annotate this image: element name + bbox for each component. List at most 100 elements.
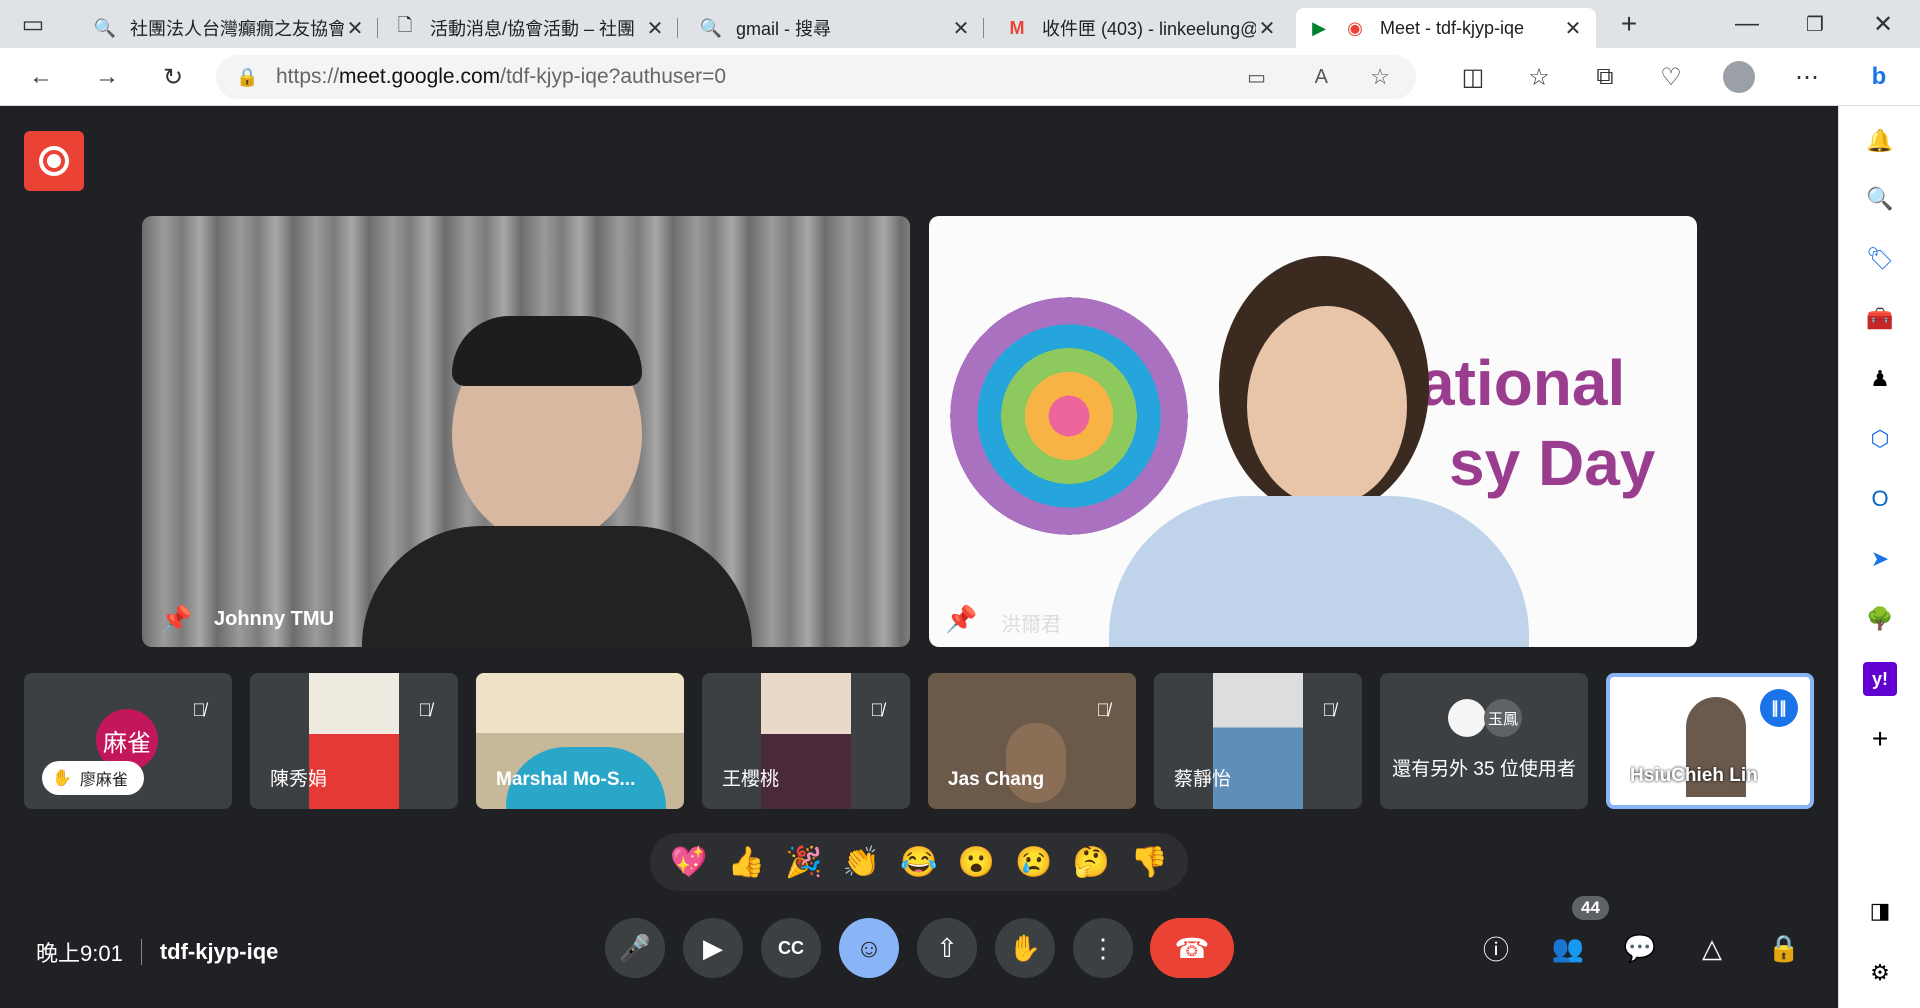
present-icon: ⇧ [936,932,958,963]
camera-icon[interactable]: ▭ [1247,65,1266,90]
search-icon[interactable]: 🔍 [1863,182,1897,216]
end-call-button[interactable]: ☎ [1150,918,1234,978]
favorites-icon[interactable]: ☆ [1520,58,1558,96]
raised-hand-icon: ✋ [52,770,72,787]
notification-bell-icon[interactable]: 🔔 [1863,124,1897,158]
office-icon[interactable]: ⬡ [1863,422,1897,456]
meet-area: 📌 Johnny TMU ational sy Day 📌 洪爾君 麻雀 🎙̸ … [0,106,1838,1008]
collections-icon[interactable]: ⧉ [1586,58,1624,96]
reaction-party[interactable]: 🎉 [785,845,822,880]
more-menu-icon[interactable]: ⋯ [1788,58,1826,96]
main-video-tile-2[interactable]: ational sy Day 📌 洪爾君 [929,216,1697,647]
favorite-star-icon[interactable]: ☆ [1370,64,1390,90]
mic-off-icon: 🎙̸ [418,699,432,720]
participant-name: Johnny TMU [214,608,334,630]
tab-actions-icon[interactable]: ▭ [14,5,52,43]
reaction-sad[interactable]: 😢 [1015,845,1052,880]
participant-shirt [1109,496,1529,647]
calligraphy-background [476,673,684,733]
emoji-icon: ☺ [855,932,883,963]
recording-indicator[interactable] [24,131,84,191]
profile-avatar[interactable] [1720,58,1758,96]
more-options-button[interactable]: ⋮ [1073,918,1133,978]
pin-icon[interactable]: 📌 [160,604,192,635]
meeting-details-button[interactable]: ⓘ [1474,926,1518,970]
main-video-tile-1[interactable]: 📌 Johnny TMU [142,216,910,647]
sidebar-toggle-icon[interactable]: ◨ [1863,894,1897,928]
record-icon [39,146,69,176]
tab-1[interactable]: 🔍 社團法人台灣癲癇之友協會 ✕ [82,8,378,48]
settings-gear-icon[interactable]: ⚙ [1863,956,1897,990]
bing-icon[interactable]: b [1860,58,1898,96]
microphone-icon: 🎤 [618,932,652,963]
reactions-button[interactable]: ☺ [839,918,899,978]
reaction-thinking[interactable]: 🤔 [1073,845,1110,880]
toolbox-icon[interactable]: 🧰 [1863,302,1897,336]
tab-5-active[interactable]: ▶ ◉ Meet - tdf-kjyp-iqe ✕ [1296,8,1596,48]
participant-name: 蔡靜怡 [1174,769,1232,790]
refresh-button[interactable]: ↻ [154,58,192,96]
close-icon[interactable]: ✕ [1256,16,1278,41]
people-button[interactable]: 👥 [1546,926,1590,970]
new-tab-button[interactable]: + [1610,5,1648,43]
banner-text: sy Day [1449,427,1656,499]
meeting-info: 晚上9:01 tdf-kjyp-iqe [36,936,278,968]
participant-tile[interactable]: 麻雀 🎙̸ ✋ 廖麻雀 [24,673,232,809]
reaction-surprised[interactable]: 😮 [958,845,995,880]
captions-button[interactable]: CC [761,918,821,978]
forward-button[interactable]: → [88,58,126,96]
participant-tile[interactable]: 🎙̸ 陳秀娟 [250,673,458,809]
camera-button[interactable]: ▶ [683,918,743,978]
tag-icon[interactable]: 🏷 [1863,242,1897,276]
pin-icon[interactable]: 📌 [945,604,977,635]
outlook-icon[interactable]: O [1863,482,1897,516]
reaction-heart[interactable]: 💖 [670,845,707,880]
close-icon[interactable]: ✕ [1562,16,1584,41]
restore-button[interactable]: ❐ [1796,5,1834,43]
minimize-button[interactable]: — [1728,5,1766,43]
chat-button[interactable]: 💬 [1618,926,1662,970]
reaction-laugh[interactable]: 😂 [900,845,937,880]
raised-hand-badge: ✋ 廖麻雀 [42,761,144,795]
edge-sidebar: 🔔 🔍 🏷 🧰 ♟ ⬡ O ➤ 🌳 y! + ◨ ⚙ [1838,106,1920,1008]
address-bar[interactable]: 🔒 https://meet.google.com/tdf-kjyp-iqe?a… [216,55,1416,99]
meeting-time: 晚上9:01 [36,941,123,966]
send-icon[interactable]: ➤ [1863,542,1897,576]
others-tile[interactable]: 玉鳳 還有另外 35 位使用者 [1380,673,1588,809]
close-icon[interactable]: ✕ [950,16,972,41]
info-icon: ⓘ [1482,934,1509,965]
tree-icon[interactable]: 🌳 [1863,602,1897,636]
present-screen-button[interactable]: ⇧ [917,918,977,978]
meeting-code: tdf-kjyp-iqe [159,939,279,964]
reaction-thumbs-up[interactable]: 👍 [728,845,765,880]
tab-4[interactable]: M 收件匣 (403) - linkeelung@ ✕ [994,8,1290,48]
participant-tile[interactable]: Marshal Mo-S... [476,673,684,809]
tab-title: Meet - tdf-kjyp-iqe [1380,17,1525,38]
raise-hand-button[interactable]: ✋ [995,918,1055,978]
host-controls-button[interactable]: 🔒 [1762,926,1806,970]
health-icon[interactable]: ♡ [1652,58,1690,96]
read-aloud-icon[interactable]: A [1315,66,1328,89]
avatar: 玉鳳 [1484,699,1522,737]
reaction-thumbs-down[interactable]: 👎 [1130,845,1167,880]
tab-3[interactable]: 🔍 gmail - 搜尋 ✕ [688,8,984,48]
participant-tile[interactable]: 🎙̸ 蔡靜怡 [1154,673,1362,809]
window-close-button[interactable]: ✕ [1864,5,1902,43]
people-icon: 👥 [1551,932,1585,963]
add-icon[interactable]: + [1863,722,1897,756]
activities-button[interactable]: △ [1690,926,1734,970]
microphone-button[interactable]: 🎤 [605,918,665,978]
reaction-clap[interactable]: 👏 [843,845,880,880]
games-icon[interactable]: ♟ [1863,362,1897,396]
participant-tile[interactable]: 🎙̸ 王櫻桃 [702,673,910,809]
back-button[interactable]: ← [22,58,60,96]
split-screen-icon[interactable]: ◫ [1454,58,1492,96]
tab-2[interactable]: 🗋 活動消息/協會活動 – 社團 ✕ [382,8,678,48]
self-tile[interactable]: ∥∥ HsiuChieh Lin [1606,673,1814,809]
search-icon: 🔍 [93,17,117,38]
yahoo-icon[interactable]: y! [1863,662,1897,696]
close-icon[interactable]: ✕ [344,16,366,41]
participant-name: 廖麻雀 [79,772,128,789]
participant-tile[interactable]: 🎙̸ Jas Chang [928,673,1136,809]
close-icon[interactable]: ✕ [644,16,666,41]
